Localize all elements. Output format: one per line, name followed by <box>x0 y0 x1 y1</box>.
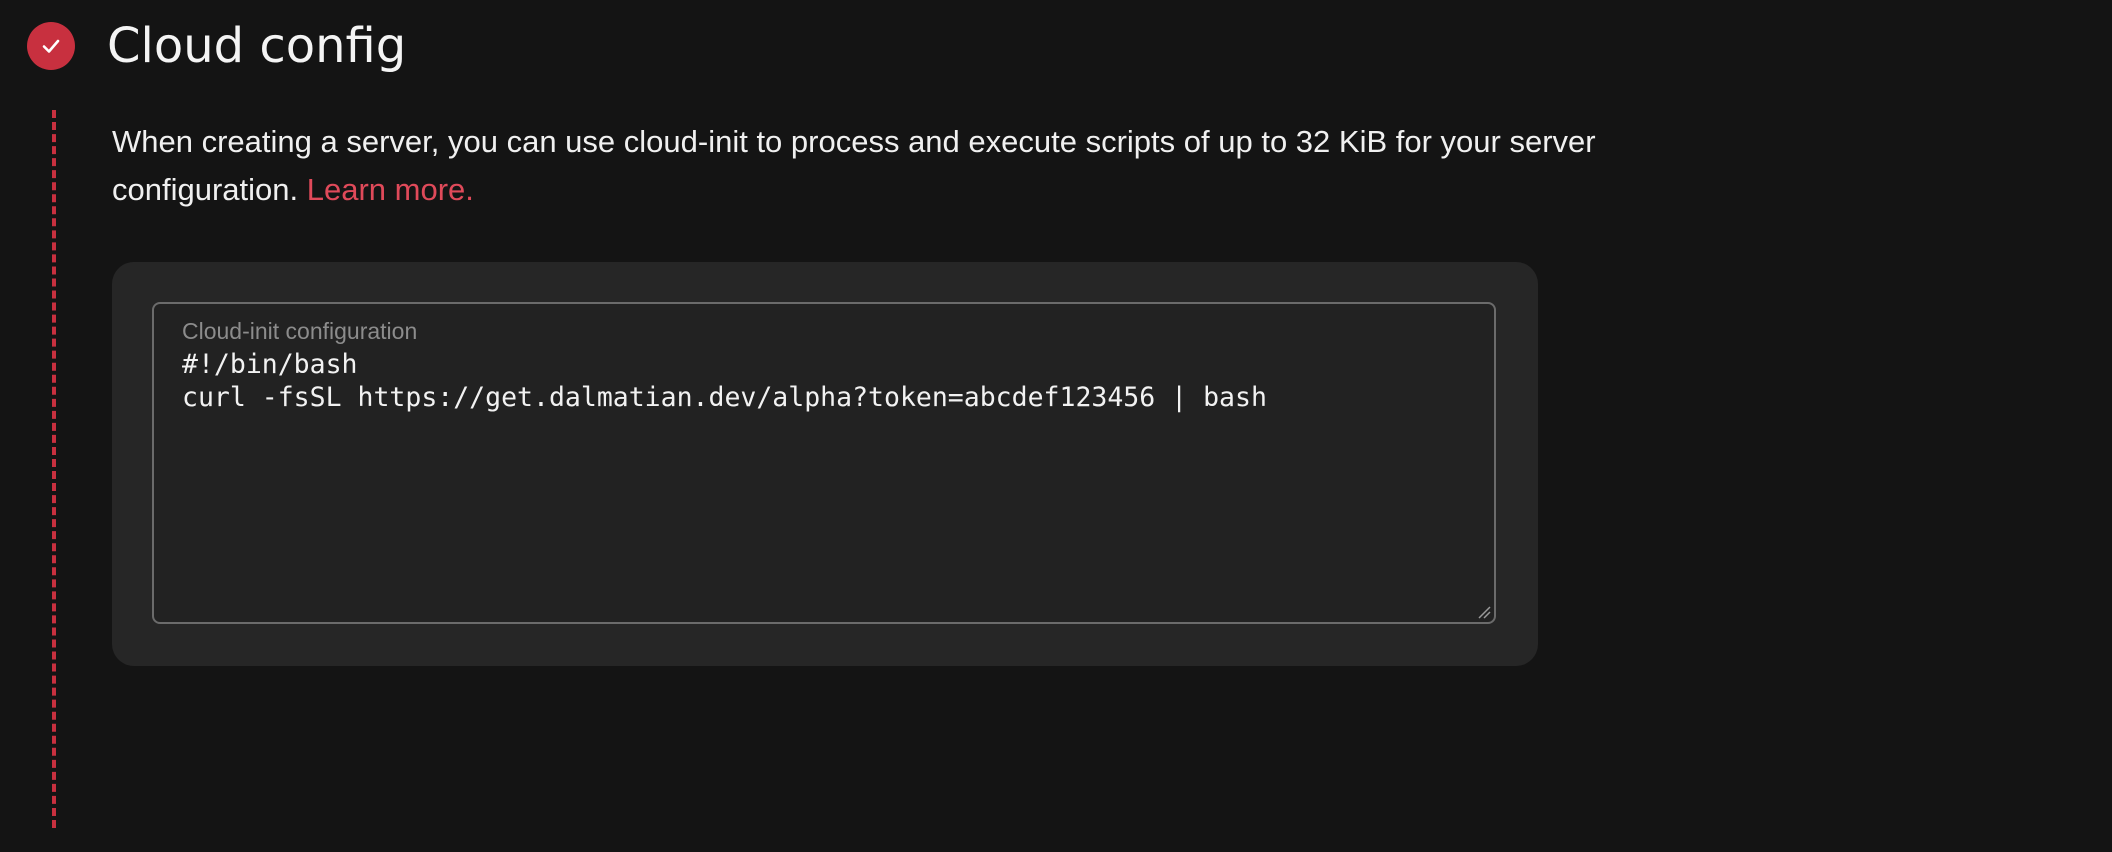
cloud-init-field[interactable]: Cloud-init configuration #!/bin/bash cur… <box>152 302 1496 624</box>
step-status-icon <box>27 22 75 70</box>
cloud-init-label: Cloud-init configuration <box>182 318 418 344</box>
step-title: Cloud config <box>107 18 407 74</box>
learn-more-link[interactable]: Learn more. <box>307 172 474 207</box>
cloud-config-panel: Cloud-init configuration #!/bin/bash cur… <box>112 262 1538 666</box>
check-icon <box>42 39 60 53</box>
step-connector-line <box>52 110 56 828</box>
resize-handle-icon[interactable] <box>1477 605 1491 619</box>
cloud-init-textarea[interactable]: #!/bin/bash curl -fsSL https://get.dalma… <box>182 348 1462 610</box>
step-description: When creating a server, you can use clou… <box>112 118 1772 214</box>
